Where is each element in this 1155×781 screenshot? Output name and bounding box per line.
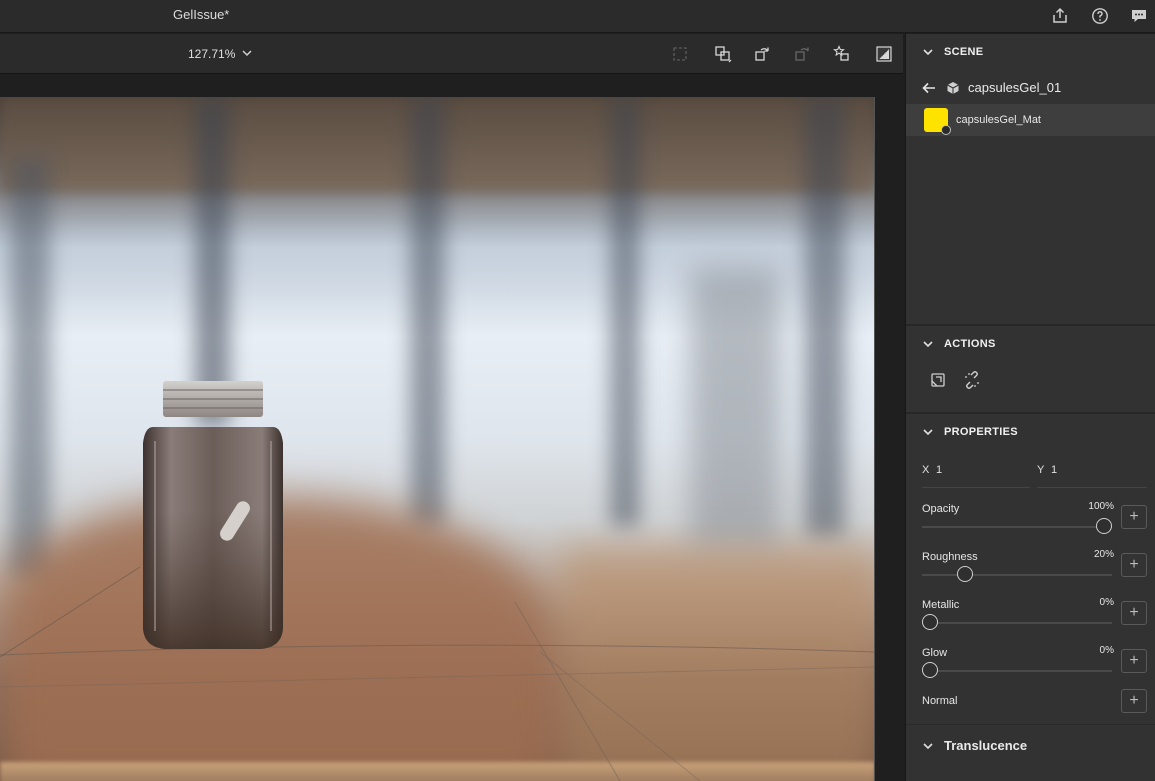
right-panel: SCENE capsulesGel_01 capsulesGel_Mat ACT… bbox=[905, 34, 1155, 781]
roughness-slider-knob[interactable] bbox=[956, 566, 973, 582]
repeat-x-label: X bbox=[922, 464, 930, 476]
opacity-value[interactable]: 100% bbox=[1088, 501, 1114, 512]
opacity-label: Opacity bbox=[922, 503, 960, 515]
scene-header-label: SCENE bbox=[944, 46, 984, 58]
repeat-y-label: Y bbox=[1037, 464, 1045, 476]
viewport-toolbar: 127.71% bbox=[0, 34, 903, 74]
opacity-slider-track[interactable] bbox=[922, 526, 1112, 528]
repeat-y-underline bbox=[1037, 487, 1147, 488]
model-cube-icon bbox=[947, 81, 959, 94]
roughness-slider-track[interactable] bbox=[922, 574, 1112, 576]
metallic-label: Metallic bbox=[922, 599, 960, 611]
metallic-slider-knob[interactable] bbox=[922, 614, 938, 630]
feedback-icon[interactable] bbox=[1128, 5, 1150, 27]
jar-model[interactable] bbox=[135, 381, 295, 657]
section-divider bbox=[906, 724, 1155, 725]
glow-slider-track[interactable] bbox=[922, 670, 1112, 672]
chevron-down-icon[interactable] bbox=[922, 740, 934, 752]
actions-section-header[interactable]: ACTIONS bbox=[906, 326, 1155, 362]
chevron-down-icon[interactable] bbox=[922, 426, 934, 438]
redo-camera-icon[interactable] bbox=[791, 43, 813, 65]
repeat-y-field[interactable]: 1 bbox=[1051, 464, 1057, 476]
roughness-value[interactable]: 20% bbox=[1094, 549, 1114, 560]
render-canvas[interactable] bbox=[0, 97, 875, 781]
fit-selection-icon[interactable] bbox=[712, 43, 734, 65]
repeat-x-underline bbox=[922, 487, 1030, 488]
back-arrow-icon[interactable] bbox=[922, 82, 936, 94]
scene-breadcrumb[interactable]: capsulesGel_01 bbox=[922, 80, 1061, 95]
material-name: capsulesGel_Mat bbox=[956, 114, 1041, 126]
opacity-add-button[interactable]: + bbox=[1121, 505, 1147, 529]
actions-toolbar bbox=[928, 370, 982, 390]
glow-slider-knob[interactable] bbox=[922, 662, 938, 678]
translucence-section-header[interactable]: Translucence bbox=[922, 738, 1027, 753]
roughness-add-button[interactable]: + bbox=[1121, 553, 1147, 577]
normal-label: Normal bbox=[922, 695, 958, 707]
share-icon[interactable] bbox=[1049, 5, 1071, 27]
chevron-down-icon[interactable] bbox=[922, 338, 934, 350]
chevron-down-icon[interactable] bbox=[922, 46, 934, 58]
zoom-level[interactable]: 127.71% bbox=[188, 47, 235, 61]
glow-value[interactable]: 0% bbox=[1100, 645, 1114, 656]
replace-material-icon[interactable] bbox=[928, 370, 948, 390]
scene-section-header[interactable]: SCENE bbox=[906, 34, 1155, 70]
material-list-item[interactable]: capsulesGel_Mat bbox=[906, 104, 1155, 136]
properties-header-label: PROPERTIES bbox=[944, 426, 1018, 438]
favorite-camera-icon[interactable] bbox=[831, 43, 853, 65]
material-badge-icon bbox=[941, 125, 951, 135]
metallic-value[interactable]: 0% bbox=[1100, 597, 1114, 608]
repeat-x-field[interactable]: 1 bbox=[936, 464, 942, 476]
glow-add-button[interactable]: + bbox=[1121, 649, 1147, 673]
unlink-icon[interactable] bbox=[962, 370, 982, 390]
actions-header-label: ACTIONS bbox=[944, 338, 996, 350]
roughness-label: Roughness bbox=[922, 551, 978, 563]
translucence-label: Translucence bbox=[944, 738, 1028, 753]
material-swatch bbox=[924, 108, 951, 135]
ground-grid bbox=[0, 566, 875, 781]
properties-section-header[interactable]: PROPERTIES bbox=[906, 414, 1155, 450]
frame-icon[interactable] bbox=[669, 43, 691, 65]
canvas-border bbox=[874, 97, 875, 781]
document-title: GelIssue* bbox=[173, 7, 230, 22]
help-icon[interactable] bbox=[1089, 5, 1111, 27]
viewport[interactable] bbox=[0, 75, 903, 781]
title-bar: GelIssue* bbox=[0, 0, 1155, 33]
metallic-add-button[interactable]: + bbox=[1121, 601, 1147, 625]
render-icon[interactable] bbox=[873, 43, 895, 65]
normal-add-button[interactable]: + bbox=[1121, 689, 1147, 713]
chevron-down-icon[interactable] bbox=[240, 46, 254, 60]
glow-label: Glow bbox=[922, 647, 948, 659]
metallic-slider-track[interactable] bbox=[922, 622, 1112, 624]
rotate-icon[interactable] bbox=[751, 43, 773, 65]
object-name: capsulesGel_01 bbox=[968, 80, 1062, 95]
opacity-slider-knob[interactable] bbox=[1096, 518, 1112, 534]
